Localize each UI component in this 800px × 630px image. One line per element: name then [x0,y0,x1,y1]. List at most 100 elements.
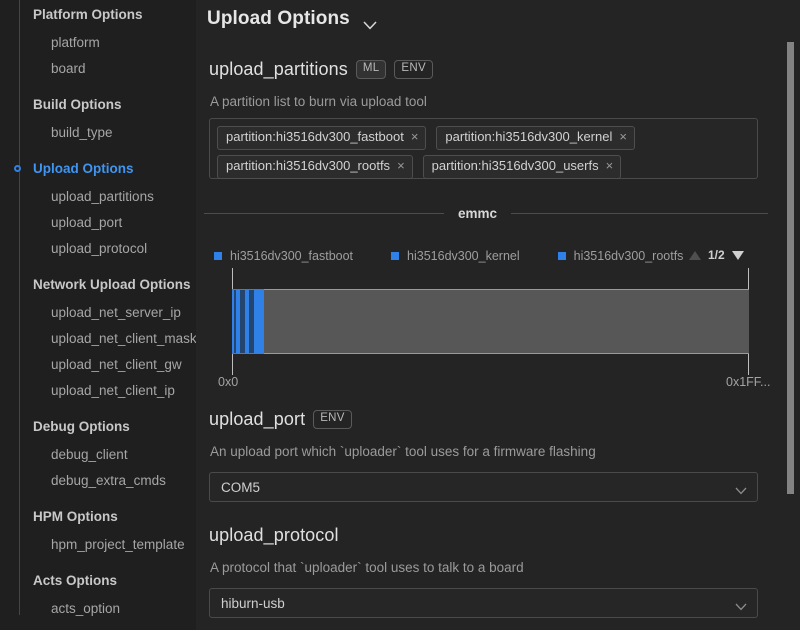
pager-next-icon[interactable] [731,250,744,260]
sidebar-item-list: Platform Options platform board Build Optio… [0,0,196,622]
sidebar-group-platform-options[interactable]: Platform Options [0,0,196,30]
sidebar-item-label: hpm_project_template [51,537,185,552]
sidebar-group-label: Platform Options [33,7,143,22]
sidebar-item-acts-option[interactable]: acts_option [0,596,196,622]
separator-line-right [511,213,768,214]
partition-chart-legend: hi3516dv300_fastboot hi3516dv300_kernel … [214,249,684,263]
axis-label-start: 0x0 [218,375,239,389]
pager-previous-icon[interactable] [689,250,701,260]
field-title: upload_port [209,409,306,429]
badge-ml[interactable]: ML [355,60,387,79]
tag-label: partition:hi3516dv300_fastboot [226,129,404,144]
sidebar-item-label: upload_protocol [51,241,148,256]
chevron-down-icon[interactable] [735,483,747,495]
sidebar-item-hpm-project-template[interactable]: hpm_project_template [0,532,196,558]
sidebar-group-build-options[interactable]: Build Options [0,90,196,120]
badge-env[interactable]: ENV [394,60,433,79]
field-title: upload_partitions [209,59,348,79]
close-icon[interactable]: × [397,159,405,172]
sidebar-group-upload-options[interactable]: Upload Options [0,154,196,184]
sidebar-item-board[interactable]: board [0,56,196,82]
upload-port-value: COM5 [221,479,261,495]
upload-partitions-tag-input[interactable]: partition:hi3516dv300_fastboot × partiti… [209,118,758,179]
upload-port-select[interactable]: COM5 [209,472,758,502]
legend-item[interactable]: hi3516dv300_rootfs [557,249,684,263]
close-icon[interactable]: × [411,130,419,143]
sidebar-item-label: acts_option [51,601,121,616]
close-icon[interactable]: × [619,130,627,143]
tag-label: partition:hi3516dv300_kernel [445,129,613,144]
upload-protocol-select[interactable]: hiburn-usb [209,588,758,618]
settings-page: Platform Options platform board Build Optio… [0,0,800,630]
legend-label: hi3516dv300_rootfs [573,249,684,263]
sidebar-item-platform[interactable]: platform [0,30,196,56]
legend-swatch-icon [391,252,400,260]
sidebar-group-acts-options[interactable]: Acts Options [0,566,196,596]
field-title: upload_protocol [209,525,339,545]
legend-item[interactable]: hi3516dv300_fastboot [214,249,353,263]
sidebar-item-debug-client[interactable]: debug_client [0,442,196,468]
sidebar-group-label: Acts Options [33,573,118,588]
sidebar-item-build-type[interactable]: build_type [0,120,196,146]
tag-label: partition:hi3516dv300_rootfs [226,157,391,173]
field-header-upload-protocol: upload_protocol [209,525,339,546]
axis-tick-start-bottom [232,353,233,375]
partition-bar-chart[interactable]: 0x0 0x1FF... [196,265,800,389]
tag-chip[interactable]: partition:hi3516dv300_rootfs × [217,154,413,179]
sidebar-group-hpm-options[interactable]: HPM Options [0,502,196,532]
close-icon[interactable]: × [606,159,614,172]
tag-chip[interactable]: partition:hi3516dv300_kernel × [436,126,635,150]
sidebar-item-label: debug_extra_cmds [51,473,166,488]
field-description-upload-protocol: A protocol that `uploader` tool uses to … [210,560,524,575]
bar-track-unallocated[interactable] [232,289,749,354]
sidebar-item-upload-net-client-gw[interactable]: upload_net_client_gw [0,352,196,378]
sidebar-group-debug-options[interactable]: Debug Options [0,412,196,442]
sidebar-group-label: HPM Options [33,509,118,524]
field-header-upload-partitions: upload_partitions ML ENV [209,59,433,80]
vertical-scrollbar[interactable] [782,0,800,630]
bar-segment-userfs[interactable] [255,289,265,354]
sidebar-item-upload-partitions[interactable]: upload_partitions [0,184,196,210]
active-marker-icon [14,165,21,172]
chevron-down-icon[interactable] [735,599,747,611]
sidebar-item-label: upload_port [51,215,123,230]
field-description-upload-partitions: A partition list to burn via upload tool [210,94,427,109]
sidebar-item-upload-port[interactable]: upload_port [0,210,196,236]
sidebar-item-label: platform [51,35,100,50]
legend-item[interactable]: hi3516dv300_kernel [391,249,520,263]
sidebar-item-debug-extra-cmds[interactable]: debug_extra_cmds [0,468,196,494]
legend-label: hi3516dv300_kernel [407,249,520,263]
sidebar-item-label: board [51,61,86,76]
page-title-row[interactable]: Upload Options [207,8,377,30]
axis-label-end: 0x1FF... [726,375,771,389]
bar-segment-kernel[interactable] [238,289,247,354]
sidebar-group-label: Network Upload Options [33,277,191,292]
sidebar-item-upload-net-server-ip[interactable]: upload_net_server_ip [0,300,196,326]
sidebar-item-label: debug_client [51,447,128,462]
sidebar-group-network-upload-options[interactable]: Network Upload Options [0,270,196,300]
sidebar-item-label: upload_net_client_ip [51,383,175,398]
page-title: Upload Options [207,8,350,29]
tag-chip[interactable]: partition:hi3516dv300_fastboot × [217,126,427,150]
field-header-upload-port: upload_port ENV [209,409,352,430]
badge-env[interactable]: ENV [313,410,352,429]
bar-segment-rootfs[interactable] [246,289,256,354]
sidebar-item-upload-net-client-ip[interactable]: upload_net_client_ip [0,378,196,404]
sidebar-group-label: Upload Options [33,161,134,176]
sidebar-item-label: upload_net_server_ip [51,305,181,320]
scrollbar-thumb[interactable] [787,42,794,494]
sidebar-item-upload-protocol[interactable]: upload_protocol [0,236,196,262]
sidebar-item-label: build_type [51,125,113,140]
legend-swatch-icon [214,252,222,260]
chevron-down-icon[interactable] [363,17,377,29]
legend-label: hi3516dv300_fastboot [230,249,354,263]
tag-row: partition:hi3516dv300_fastboot × partiti… [217,126,750,150]
tag-chip[interactable]: partition:hi3516dv300_userfs × [422,154,622,179]
sidebar-item-label: upload_net_client_mask [51,331,196,346]
sidebar-item-upload-net-client-mask[interactable]: upload_net_client_mask [0,326,196,352]
